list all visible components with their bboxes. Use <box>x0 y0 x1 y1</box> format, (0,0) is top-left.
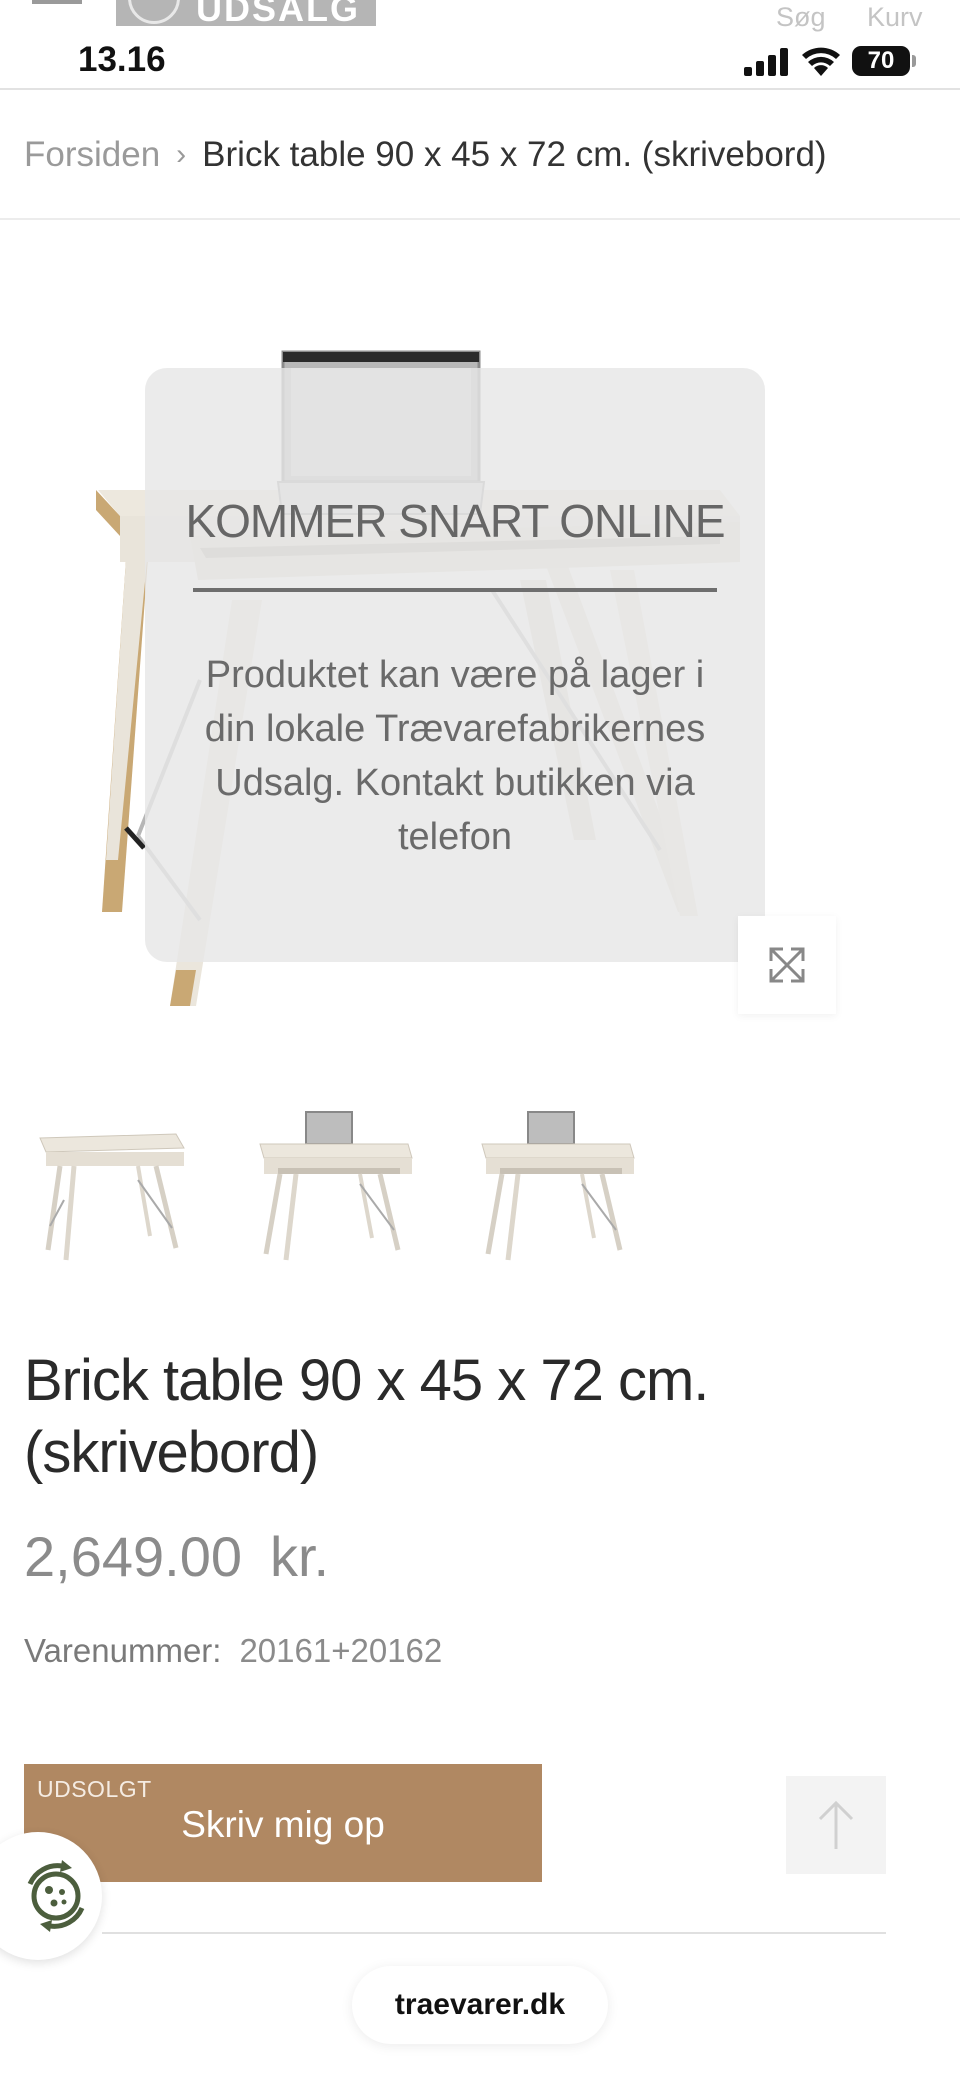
site-logo[interactable]: UDSALG <box>116 0 376 26</box>
expand-icon <box>769 947 805 983</box>
breadcrumb-current: Brick table 90 x 45 x 72 cm. (skrivebord… <box>202 135 827 174</box>
price-currency: kr. <box>269 1525 330 1588</box>
product-sku: Varenummer: 20161+20162 <box>24 1632 442 1670</box>
breadcrumb: Forsiden › Brick table 90 x 45 x 72 cm. … <box>24 130 827 180</box>
sku-label: Varenummer: <box>24 1632 222 1669</box>
top-bar: UDSALG Søg Kurv 13.16 70 <box>0 0 960 90</box>
notify-me-label: Skriv mig op <box>181 1804 385 1845</box>
divider <box>0 218 960 220</box>
product-image-gallery[interactable]: KOMMER SNART ONLINE Produktet kan være p… <box>0 300 960 1060</box>
divider <box>102 1932 886 1934</box>
battery-indicator: 70 <box>852 46 910 76</box>
arrow-up-icon <box>818 1800 854 1849</box>
product-price: 2,649.00 kr. <box>24 1524 329 1589</box>
chevron-right-icon: › <box>176 138 187 171</box>
sku-value: 20161+20162 <box>239 1632 443 1669</box>
sold-out-badge: UDSOLGT <box>37 1776 152 1802</box>
wifi-icon <box>802 47 840 76</box>
cookie-icon <box>27 1860 85 1932</box>
cellular-signal-icon <box>744 48 790 76</box>
price-amount: 2,649.00 <box>24 1525 242 1588</box>
notify-me-button[interactable]: UDSOLGT Skriv mig op <box>24 1764 542 1882</box>
breadcrumb-home-link[interactable]: Forsiden <box>24 135 160 175</box>
zoom-button[interactable] <box>738 916 836 1014</box>
logo-emblem <box>128 0 180 24</box>
status-time: 13.16 <box>78 40 166 79</box>
search-link[interactable]: Søg <box>776 2 826 33</box>
thumbnail-1[interactable] <box>26 1100 196 1270</box>
menu-icon[interactable] <box>32 0 82 4</box>
product-title: Brick table 90 x 45 x 72 cm. (skrivebord… <box>24 1348 709 1485</box>
cart-link[interactable]: Kurv <box>867 2 923 33</box>
logo-text: UDSALG <box>196 0 360 26</box>
battery-tip <box>912 55 916 67</box>
coming-soon-text: Produktet kan være på lager i din lokale… <box>204 654 706 858</box>
thumbnail-2[interactable] <box>248 1100 418 1270</box>
overlay-divider <box>193 588 717 592</box>
browser-address-bar[interactable]: traevarer.dk <box>352 1966 608 2044</box>
coming-soon-overlay: KOMMER SNART ONLINE Produktet kan være p… <box>145 368 765 962</box>
thumbnail-3[interactable] <box>470 1100 640 1270</box>
scroll-to-top-button[interactable] <box>786 1776 886 1874</box>
coming-soon-title: KOMMER SNART ONLINE <box>185 495 725 547</box>
